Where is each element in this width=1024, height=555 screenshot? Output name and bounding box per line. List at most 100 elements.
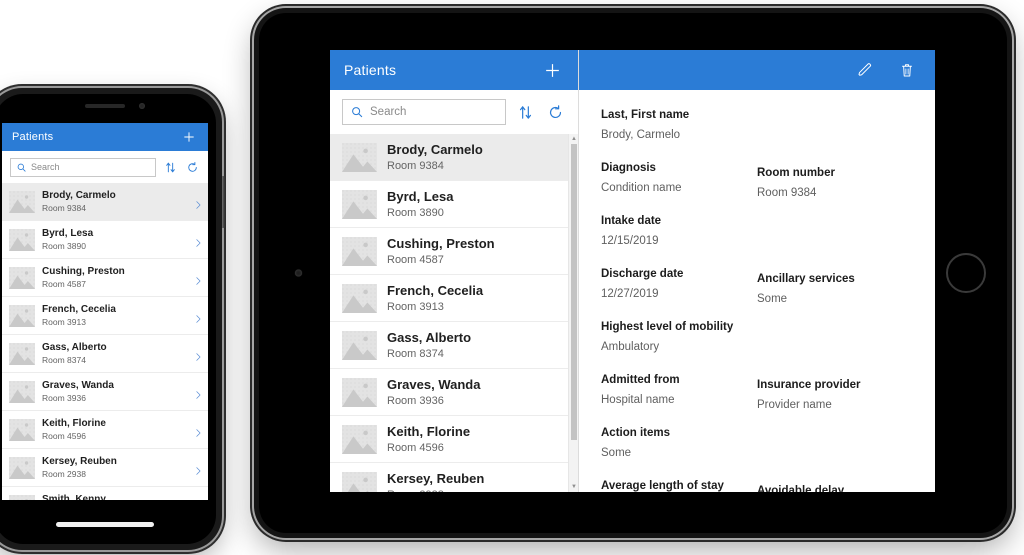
patient-info: Brody, Carmelo Room 9384 xyxy=(387,142,558,173)
chevron-right-icon xyxy=(193,197,203,209)
patient-info: Kersey, Reuben Room 2938 xyxy=(387,471,558,493)
refresh-button[interactable] xyxy=(184,159,200,175)
tablet-patient-list[interactable]: Brody, Carmelo Room 9384 Byrd, Lesa Room 38… xyxy=(330,134,568,492)
chevron-right-icon xyxy=(193,273,203,285)
patient-room: Room 2938 xyxy=(387,488,558,493)
patient-name: Keith, Florine xyxy=(387,423,471,439)
chevron-right-icon xyxy=(193,349,203,361)
phone-earpiece-speaker xyxy=(85,104,125,108)
patient-avatar xyxy=(9,190,35,213)
patient-list-item[interactable]: Brody, Carmelo Room 9384 xyxy=(330,134,568,181)
patient-avatar xyxy=(9,266,35,289)
patient-list-item[interactable]: Cushing, Preston Room 4587 xyxy=(2,259,208,297)
patient-avatar xyxy=(9,456,35,479)
patient-list-item[interactable]: Graves, Wanda Room 3936 xyxy=(2,373,208,411)
patient-info: Gass, Alberto Room 8374 xyxy=(387,330,558,361)
patient-list-item[interactable]: Keith, Florine Room 4596 xyxy=(330,416,568,463)
patient-list-item[interactable]: Byrd, Lesa Room 3890 xyxy=(2,221,208,259)
patient-info: Keith, Florine Room 4596 xyxy=(42,417,186,442)
patient-info: French, Cecelia Room 3913 xyxy=(42,303,186,328)
add-patient-button[interactable] xyxy=(180,128,198,146)
patient-list-item[interactable]: Brody, Carmelo Room 9384 xyxy=(2,183,208,221)
patient-info: Keith, Florine Room 4596 xyxy=(387,424,558,455)
patient-room: Room 9384 xyxy=(387,159,444,172)
patient-room: Room 2938 xyxy=(42,469,86,479)
patient-list-item[interactable]: Gass, Alberto Room 8374 xyxy=(330,322,568,369)
detail-field-value: Condition name xyxy=(601,182,682,194)
tablet-front-camera-icon xyxy=(295,269,302,277)
patient-list-item[interactable]: Kersey, Reuben Room 2938 xyxy=(2,449,208,487)
image-placeholder-icon xyxy=(9,270,35,289)
image-placeholder-icon xyxy=(347,477,370,492)
patient-name: French, Cecelia xyxy=(387,282,484,298)
phone-device: Patients Search Brody, Carmelo Room 9384… xyxy=(0,88,225,550)
patient-avatar xyxy=(9,228,35,251)
image-placeholder-icon xyxy=(9,194,35,213)
patient-list-item[interactable]: French, Cecelia Room 3913 xyxy=(2,297,208,335)
detail-field-label: Room number xyxy=(757,167,835,179)
patient-room: Room 3913 xyxy=(42,317,86,327)
patient-list-item[interactable]: Gass, Alberto Room 8374 xyxy=(2,335,208,373)
patient-avatar xyxy=(9,494,35,500)
patient-name: Smith, Kenny xyxy=(42,494,106,500)
patient-list-item[interactable]: French, Cecelia Room 3913 xyxy=(330,275,568,322)
patient-avatar xyxy=(342,377,377,407)
detail-field: Admitted from Hospital name xyxy=(601,373,757,408)
scrollbar-thumb[interactable] xyxy=(571,144,577,440)
detail-field-label: Ancillary services xyxy=(757,273,855,285)
delete-patient-button[interactable] xyxy=(895,58,919,82)
detail-field-label: Average length of stay xyxy=(601,480,724,492)
detail-field: Discharge date 12/27/2019 xyxy=(601,267,757,302)
patient-name: Gass, Alberto xyxy=(42,342,107,353)
detail-field: Last, First name Brody, Carmelo xyxy=(601,108,757,143)
tablet-list-pane: Patients Search Brody, Carmelo Room 9384… xyxy=(330,50,579,492)
image-placeholder-icon xyxy=(9,308,35,327)
sort-button[interactable] xyxy=(162,159,178,175)
sort-button[interactable] xyxy=(515,102,536,123)
detail-field-label: Avoidable delay xyxy=(757,485,845,492)
patient-list-item[interactable]: Smith, KennyRoom 5521 xyxy=(2,487,208,500)
detail-field-label: Action items xyxy=(601,427,671,439)
search-input[interactable]: Search xyxy=(10,157,156,177)
search-placeholder: Search xyxy=(31,162,60,172)
patient-room: Room 4596 xyxy=(42,431,86,441)
patient-avatar xyxy=(9,380,35,403)
patient-name: Graves, Wanda xyxy=(387,376,481,392)
patient-info: Brody, Carmelo Room 9384 xyxy=(42,189,186,214)
scroll-down-arrow-icon[interactable]: ▼ xyxy=(569,482,578,492)
patient-name: Graves, Wanda xyxy=(42,380,114,391)
tablet-screen: Patients Search Brody, Carmelo Room 9384… xyxy=(330,50,935,492)
search-input[interactable]: Search xyxy=(342,99,506,125)
patient-list-item[interactable]: Keith, Florine Room 4596 xyxy=(2,411,208,449)
image-placeholder-icon xyxy=(342,289,377,313)
phone-page-title: Patients xyxy=(12,131,54,143)
detail-field-value: 12/27/2019 xyxy=(601,288,659,300)
phone-patient-list[interactable]: Brody, Carmelo Room 9384 Byrd, Lesa Room 38… xyxy=(2,183,208,500)
tablet-patient-list-container: Brody, Carmelo Room 9384 Byrd, Lesa Room 38… xyxy=(330,134,578,492)
detail-field: Action items Some xyxy=(601,426,757,461)
patient-list-item[interactable]: Cushing, Preston Room 4587 xyxy=(330,228,568,275)
chevron-right-icon xyxy=(193,311,203,323)
add-patient-button[interactable] xyxy=(540,58,564,82)
patient-room: Room 4596 xyxy=(387,441,444,454)
detail-field-value: Some xyxy=(757,293,788,305)
patient-list-item[interactable]: Byrd, Lesa Room 3890 xyxy=(330,181,568,228)
refresh-button[interactable] xyxy=(545,102,566,123)
sort-icon xyxy=(165,162,175,172)
patient-list-item[interactable]: Kersey, Reuben Room 2938 xyxy=(330,463,568,492)
patient-info: Cushing, Preston Room 4587 xyxy=(387,236,558,267)
detail-field-value: Room 9384 xyxy=(757,187,817,199)
patient-room: Room 8374 xyxy=(387,347,444,360)
patient-name: Keith, Florine xyxy=(42,418,106,429)
edit-patient-button[interactable] xyxy=(853,58,877,82)
phone-power-button[interactable] xyxy=(222,176,225,228)
image-placeholder-icon xyxy=(342,383,377,407)
list-scrollbar[interactable]: ▲ ▼ xyxy=(568,134,578,492)
scroll-up-arrow-icon[interactable]: ▲ xyxy=(569,134,578,144)
plus-icon xyxy=(184,132,194,142)
patient-list-item[interactable]: Graves, Wanda Room 3936 xyxy=(330,369,568,416)
patient-avatar xyxy=(342,471,377,492)
patient-name: Brody, Carmelo xyxy=(42,190,116,201)
tablet-home-button[interactable] xyxy=(946,253,986,293)
detail-field-label: Insurance provider xyxy=(757,379,861,391)
